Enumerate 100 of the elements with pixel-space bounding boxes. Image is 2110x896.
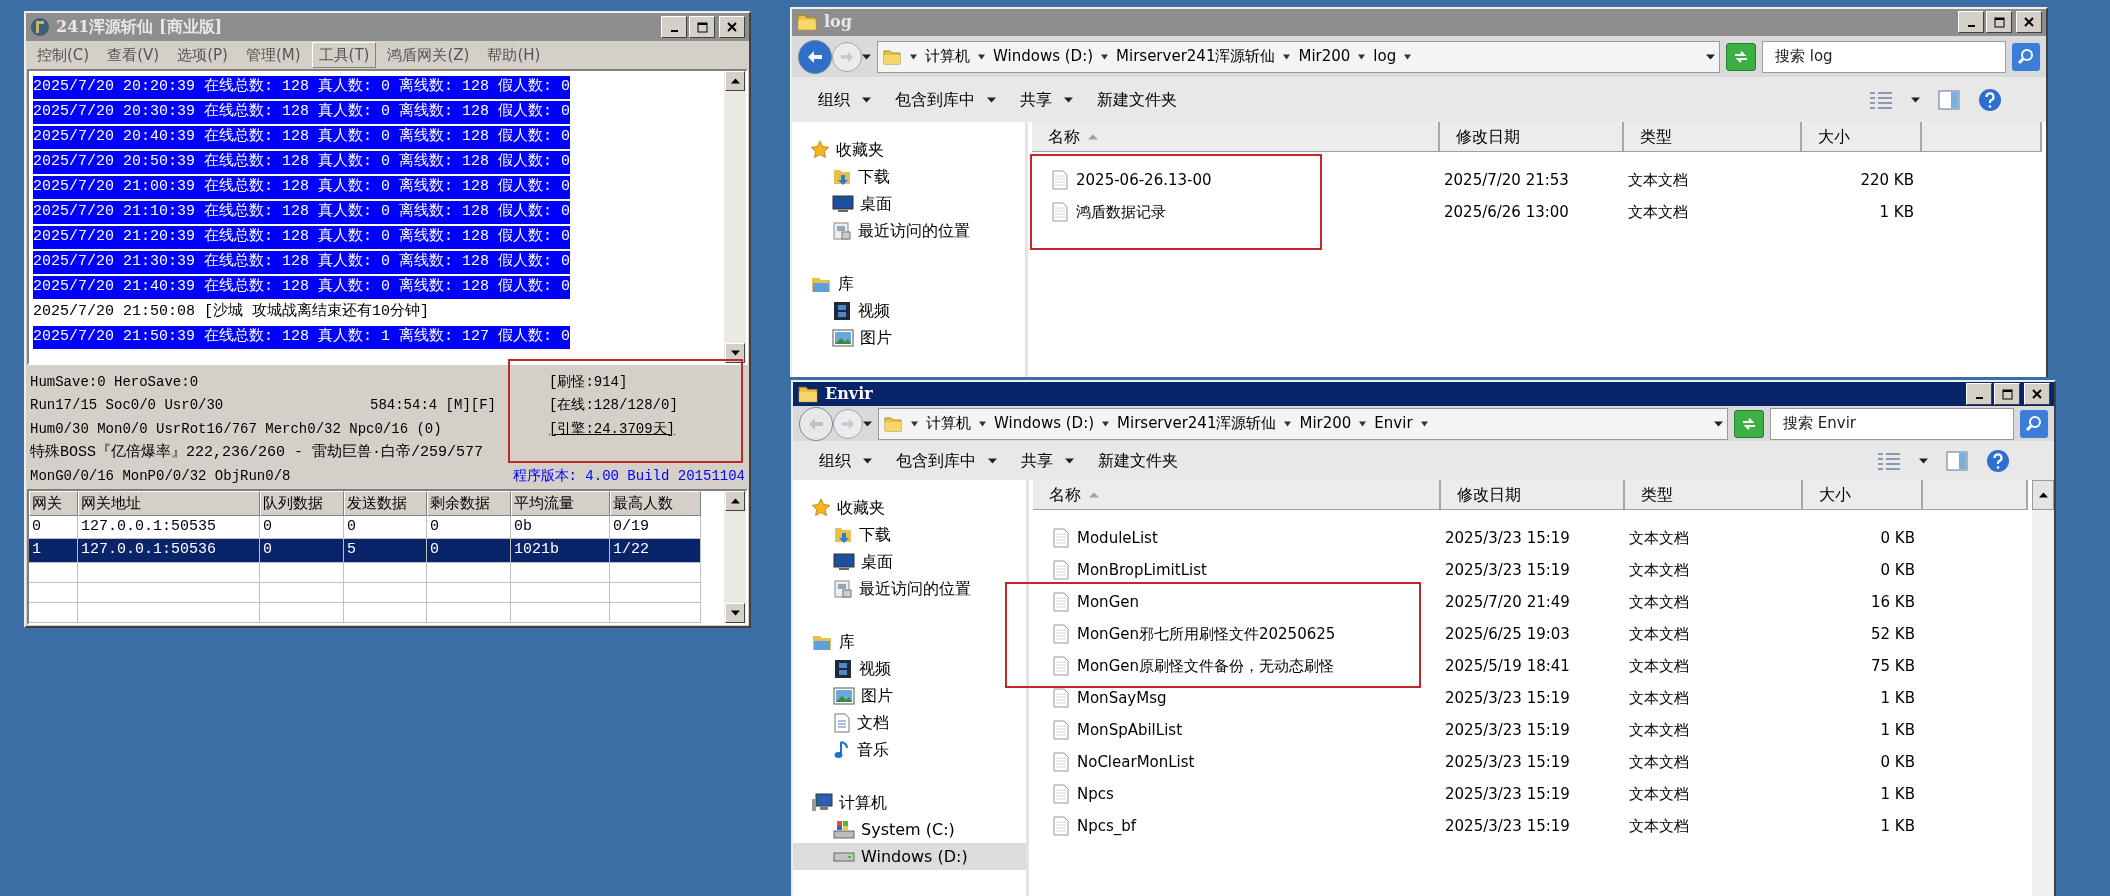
search-button[interactable] (2012, 42, 2040, 71)
nav-item[interactable]: Windows (D:) (793, 843, 1026, 870)
search-button[interactable] (2020, 409, 2048, 438)
scroll-down-button[interactable] (725, 343, 745, 363)
file-name[interactable]: Npcs_bf (1077, 814, 1137, 838)
nav-item[interactable]: System (C:) (793, 816, 1026, 843)
toolbar-button[interactable]: 新建文件夹 (1086, 444, 1190, 477)
menu-item[interactable]: 选项(P) (170, 41, 235, 69)
column-header[interactable]: 修改日期 (1441, 480, 1625, 509)
close-button[interactable] (2024, 383, 2050, 405)
file-name[interactable]: Npcs (1077, 782, 1114, 806)
breadcrumb[interactable]: Envir (1374, 412, 1413, 435)
toolbar-button[interactable]: 组织 (807, 444, 884, 477)
nav-item[interactable]: 收藏夹 (792, 136, 1025, 163)
nav-item[interactable]: 最近访问的位置 (792, 217, 1025, 244)
help-icon[interactable] (1978, 87, 2002, 112)
nav-item[interactable]: 库 (792, 270, 1025, 297)
toolbar-button[interactable]: 共享 (1009, 444, 1086, 477)
scrollbar[interactable] (2032, 480, 2054, 896)
column-header[interactable]: 网关地址 (78, 491, 260, 516)
breadcrumb[interactable]: Mirserver241浑源斩仙 (1116, 45, 1276, 68)
minimize-button[interactable] (1966, 383, 1992, 405)
nav-item[interactable]: 桌面 (792, 190, 1025, 217)
menu-item[interactable]: 鸿盾网关(Z) (380, 41, 477, 69)
file-name[interactable]: MonGen原刷怪文件备份，无动态刷怪 (1077, 654, 1334, 678)
column-header[interactable]: 修改日期 (1440, 122, 1624, 151)
nav-item[interactable]: 视频 (792, 297, 1025, 324)
column-header[interactable]: 网关 (29, 491, 78, 516)
nav-item[interactable]: 计算机 (793, 789, 1026, 816)
nav-item[interactable]: 库 (793, 628, 1026, 655)
column-header[interactable]: 名称 (1032, 122, 1440, 151)
nav-item[interactable]: 图片 (792, 324, 1025, 351)
search-field[interactable]: 搜索 Envir (1770, 407, 2014, 440)
file-name[interactable]: MonSayMsg (1077, 686, 1167, 710)
file-name[interactable]: MonSpAbilList (1077, 718, 1182, 742)
refresh-button[interactable] (1726, 42, 1756, 71)
column-header[interactable]: 类型 (1625, 480, 1803, 509)
column-header[interactable]: 类型 (1624, 122, 1802, 151)
toolbar-button[interactable]: 包含到库中 (884, 444, 1009, 477)
breadcrumb[interactable]: Mir200 (1299, 412, 1352, 435)
scroll-up-button[interactable] (2032, 480, 2054, 510)
nav-item[interactable]: 图片 (793, 682, 1026, 709)
file-name[interactable]: 鸿盾数据记录 (1076, 200, 1166, 224)
nav-item[interactable]: 下载 (792, 163, 1025, 190)
toolbar-button[interactable]: 共享 (1008, 83, 1085, 116)
file-name[interactable]: NoClearMonList (1077, 750, 1195, 774)
column-header[interactable]: 队列数据 (260, 491, 344, 516)
file-name[interactable]: MonGen邪七所用刷怪文件20250625 (1077, 622, 1336, 646)
column-header[interactable]: 平均流量 (511, 491, 610, 516)
breadcrumb[interactable]: Mir200 (1298, 45, 1351, 68)
column-header[interactable]: 名称 (1033, 480, 1441, 509)
column-header[interactable]: 发送数据 (344, 491, 427, 516)
breadcrumb[interactable]: log (1373, 45, 1397, 68)
scroll-down-button[interactable] (725, 603, 745, 623)
breadcrumb[interactable]: 计算机 (925, 45, 970, 68)
scrollbar[interactable] (724, 71, 746, 363)
table-row[interactable]: 0 127.0.0.1:50535 0 0 0 0b 0/19 (29, 515, 701, 539)
nav-item[interactable]: 最近访问的位置 (793, 575, 1026, 602)
file-name[interactable]: MonBropLimitList (1077, 558, 1207, 582)
nav-item[interactable]: 桌面 (793, 548, 1026, 575)
close-button[interactable] (2016, 11, 2042, 34)
menu-item[interactable]: 查看(V) (100, 41, 167, 69)
nav-item[interactable]: 文档 (793, 709, 1026, 736)
minimize-button[interactable] (661, 16, 687, 38)
toolbar-button[interactable]: 包含到库中 (883, 83, 1008, 116)
nav-item[interactable]: 收藏夹 (793, 494, 1026, 521)
maximize-button[interactable] (689, 16, 715, 38)
minimize-button[interactable] (1958, 11, 1984, 34)
scrollbar[interactable] (724, 491, 746, 623)
back-button[interactable] (798, 39, 832, 74)
column-header[interactable]: 大小 (1803, 480, 1923, 509)
maximize-button[interactable] (1986, 11, 2012, 34)
file-name[interactable]: MonGen (1077, 590, 1139, 614)
menu-item[interactable]: 工具(T) (311, 41, 377, 69)
column-header[interactable]: 最高人数 (610, 491, 701, 516)
address-bar[interactable]: 计算机 Windows (D:) Mirserver241浑源斩仙 Mir200 Envir (878, 407, 1728, 440)
nav-item[interactable]: 下载 (793, 521, 1026, 548)
nav-item[interactable]: 视频 (793, 655, 1026, 682)
breadcrumb[interactable]: Mirserver241浑源斩仙 (1117, 412, 1277, 435)
column-header[interactable]: 大小 (1802, 122, 1922, 151)
menu-item[interactable]: 控制(C) (30, 41, 97, 69)
table-row[interactable]: 1 127.0.0.1:50536 0 5 0 1021b 1/22 (29, 539, 701, 563)
address-bar[interactable]: 计算机 Windows (D:) Mirserver241浑源斩仙 Mir200 log (877, 40, 1720, 73)
breadcrumb[interactable]: Windows (D:) (994, 412, 1095, 435)
menu-item[interactable]: 管理(M) (238, 41, 308, 69)
maximize-button[interactable] (1994, 383, 2020, 405)
close-button[interactable] (719, 16, 745, 38)
toolbar-button[interactable]: 组织 (806, 83, 883, 116)
column-header[interactable]: 剩余数据 (427, 491, 511, 516)
refresh-button[interactable] (1734, 409, 1764, 438)
search-field[interactable]: 搜索 log (1762, 40, 2006, 73)
breadcrumb[interactable]: Windows (D:) (993, 45, 1094, 68)
nav-item[interactable]: 音乐 (793, 736, 1026, 763)
menu-item[interactable]: 帮助(H) (480, 41, 548, 69)
file-name[interactable]: ModuleList (1077, 526, 1158, 550)
back-button[interactable] (799, 406, 833, 441)
help-icon[interactable] (1986, 448, 2010, 473)
file-name[interactable]: 2025-06-26.13-00 (1076, 168, 1212, 192)
breadcrumb[interactable]: 计算机 (926, 412, 971, 435)
toolbar-button[interactable]: 新建文件夹 (1085, 83, 1189, 116)
